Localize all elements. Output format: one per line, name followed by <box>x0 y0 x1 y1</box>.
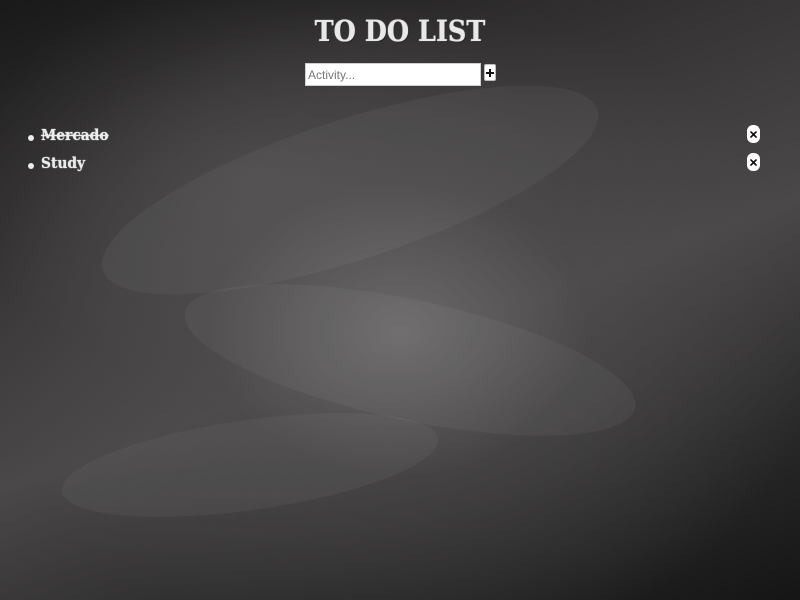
chalk-smudge <box>81 43 619 337</box>
activity-input[interactable] <box>305 63 481 86</box>
todo-list: Mercado Study <box>0 124 800 180</box>
remove-todo-button[interactable] <box>747 153 760 171</box>
close-icon <box>750 158 757 166</box>
chalk-smudge <box>172 253 648 467</box>
page-title: TO DO LIST <box>314 14 486 48</box>
todo-item: Study <box>0 152 800 180</box>
todo-text[interactable]: Mercado <box>41 126 109 144</box>
plus-icon <box>486 68 494 77</box>
bullet-icon <box>28 163 34 169</box>
bullet-icon <box>28 135 34 141</box>
close-icon <box>750 130 757 138</box>
add-activity-form <box>305 63 496 86</box>
add-button[interactable] <box>484 64 496 81</box>
todo-text[interactable]: Study <box>41 154 85 172</box>
todo-item: Mercado <box>0 124 800 152</box>
remove-todo-button[interactable] <box>747 125 760 143</box>
chalk-smudge <box>55 393 445 537</box>
